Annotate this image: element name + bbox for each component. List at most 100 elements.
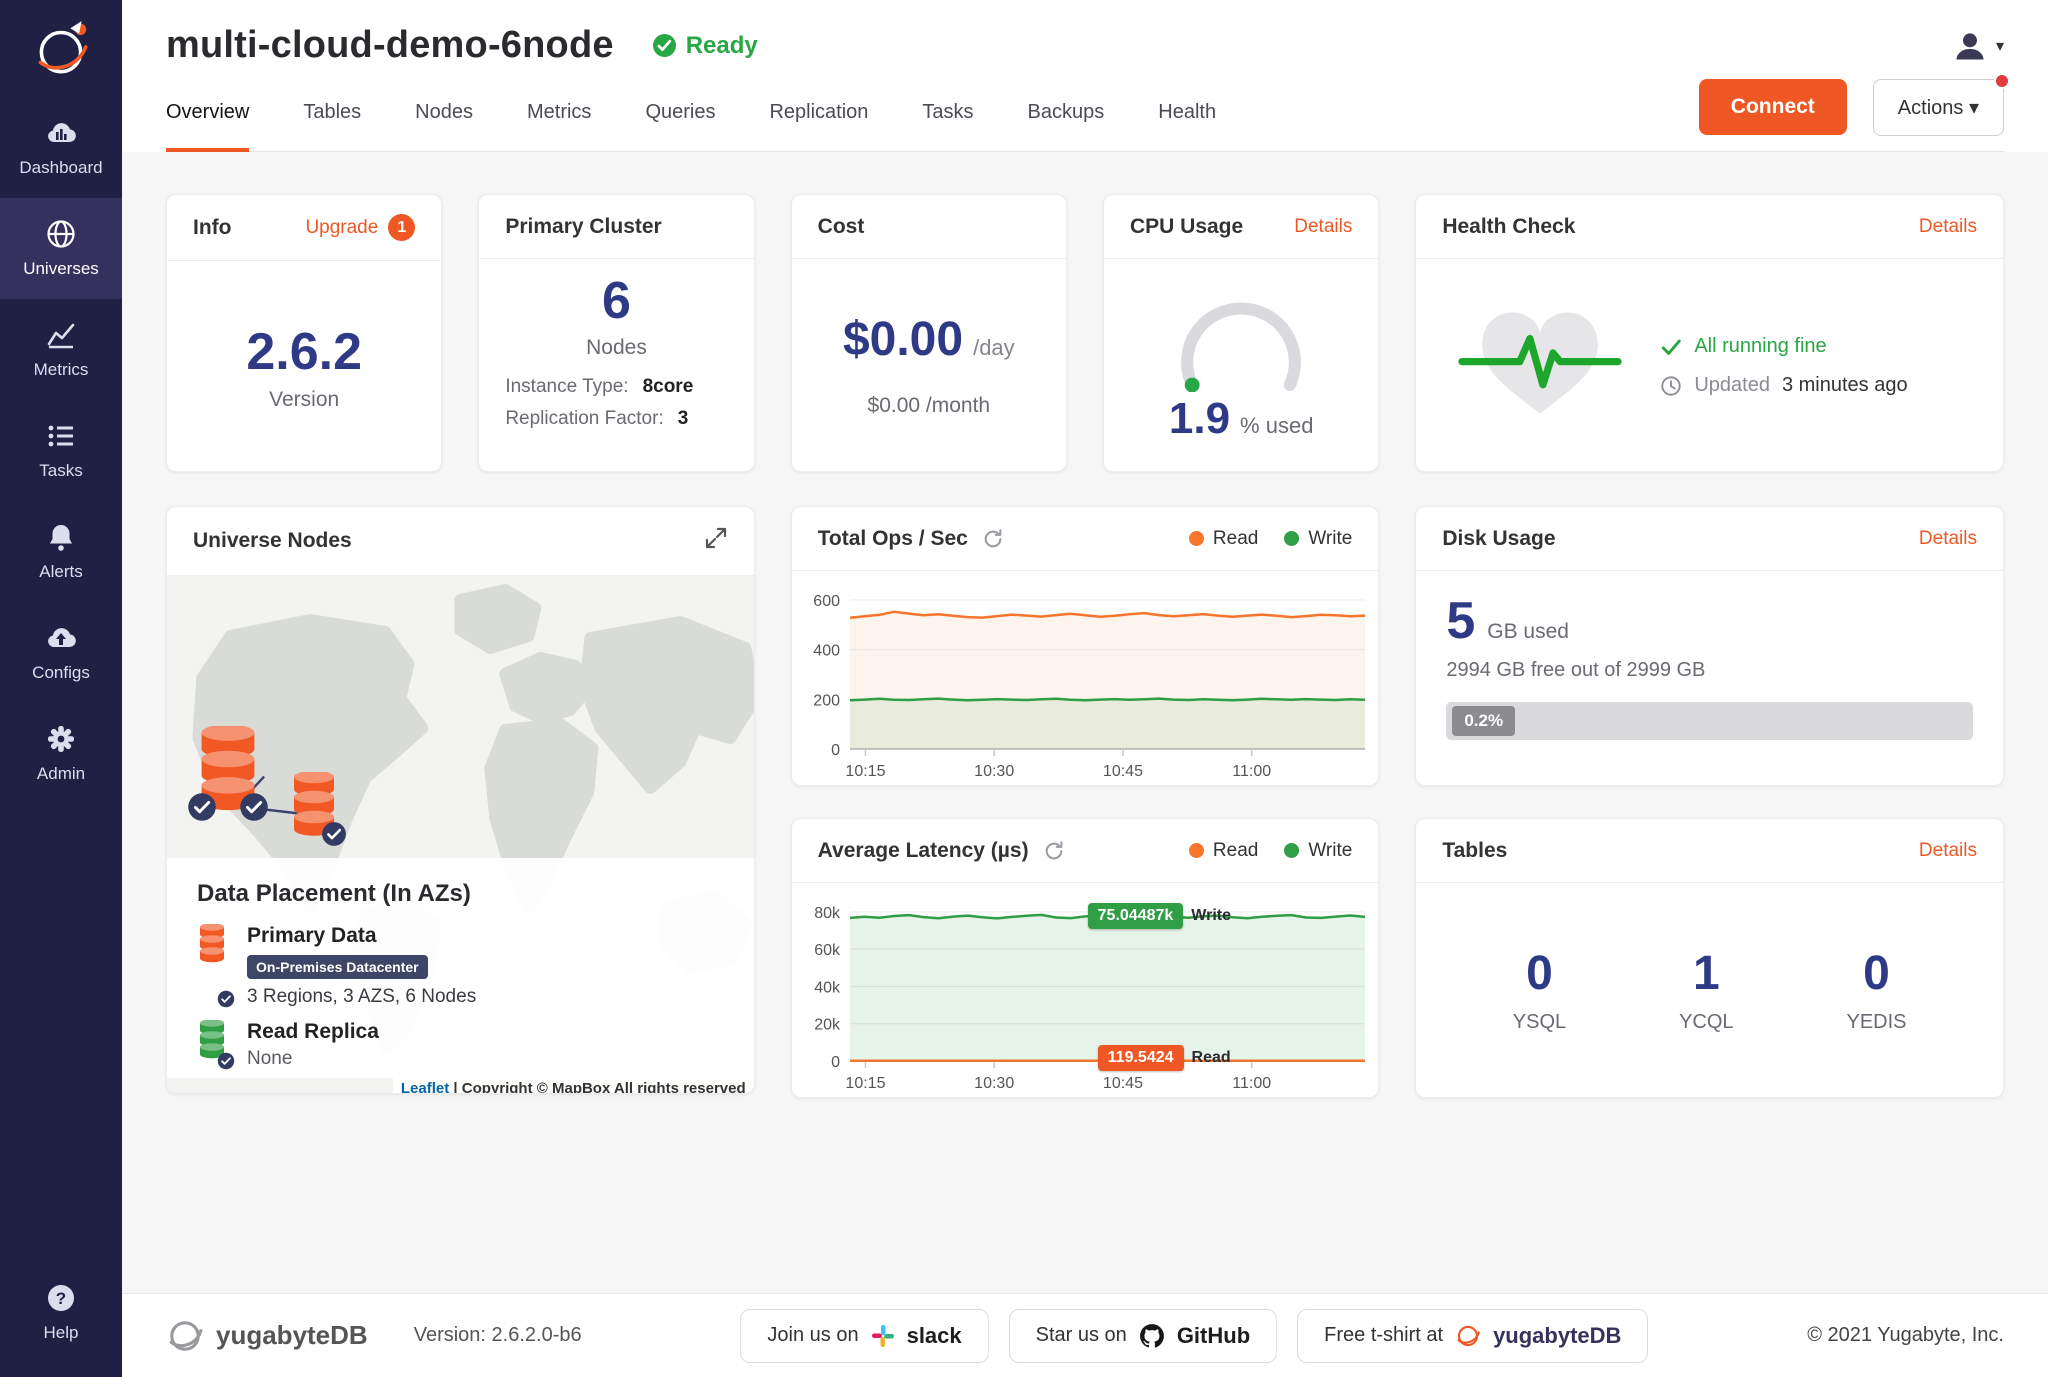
tshirt-brand: yugabyteDB: [1493, 1323, 1621, 1349]
node-marker-primary[interactable]: [195, 726, 261, 812]
read-replica-label: Read Replica: [247, 1020, 379, 1044]
svg-text:11:00: 11:00: [1232, 763, 1271, 780]
connect-button[interactable]: Connect: [1699, 79, 1847, 135]
read-latency-value: 119.5424: [1098, 1045, 1184, 1071]
tab-tasks[interactable]: Tasks: [922, 75, 973, 152]
svg-text:600: 600: [813, 593, 840, 610]
tab-metrics[interactable]: Metrics: [527, 75, 591, 152]
health-check-title: Health Check: [1442, 215, 1575, 239]
info-card: Info Upgrade 1 2.6.2 Version: [166, 194, 442, 472]
sidebar: Dashboard Universes Metrics Tasks: [0, 0, 122, 1377]
health-details-link[interactable]: Details: [1919, 216, 1977, 238]
yugabyte-logo[interactable]: [28, 16, 94, 87]
ycql-label: YCQL: [1679, 1011, 1733, 1034]
tab-replication[interactable]: Replication: [769, 75, 868, 152]
footer-version: Version: 2.6.2.0-b6: [414, 1324, 582, 1347]
sidebar-item-dashboard[interactable]: Dashboard: [0, 97, 122, 198]
tab-backups[interactable]: Backups: [1028, 75, 1105, 152]
svg-text:200: 200: [813, 692, 840, 709]
node-marker-secondary[interactable]: [289, 772, 339, 837]
footer-brand-name: yugabyteDB: [216, 1320, 368, 1351]
tab-nodes[interactable]: Nodes: [415, 75, 473, 152]
leaflet-link[interactable]: Leaflet: [401, 1080, 449, 1094]
sidebar-label-tasks: Tasks: [39, 461, 82, 481]
write-latency-tag: Write: [1191, 907, 1231, 925]
cpu-details-link[interactable]: Details: [1294, 216, 1352, 238]
github-prefix: Star us on: [1036, 1324, 1127, 1347]
svg-text:10:30: 10:30: [974, 763, 1014, 780]
legend-write-dot: [1284, 843, 1299, 858]
tshirt-button[interactable]: Free t-shirt at yugabyteDB: [1297, 1309, 1648, 1363]
refresh-icon[interactable]: [1043, 840, 1065, 862]
map-canvas[interactable]: Data Placement (In AZs) Primary Data On-…: [167, 576, 754, 1094]
sidebar-label-admin: Admin: [37, 764, 85, 784]
github-icon: [1139, 1323, 1165, 1349]
github-label: GitHub: [1177, 1323, 1250, 1349]
svg-text:0: 0: [831, 742, 840, 759]
clock-icon: [1660, 375, 1682, 397]
admin-gear-icon: [45, 723, 77, 755]
tab-overview[interactable]: Overview: [166, 75, 249, 152]
legend-read-label: Read: [1213, 528, 1258, 550]
github-button[interactable]: Star us on GitHub: [1009, 1309, 1278, 1363]
avg-latency-chart: 80k60k40k20k010:1510:3010:4511:00 75.044…: [792, 883, 1379, 1097]
read-replica-value: None: [247, 1048, 379, 1070]
status-badge: Ready: [652, 32, 758, 60]
cost-per-day-value: $0.00: [843, 314, 963, 367]
map-expand-button[interactable]: [704, 526, 728, 556]
dashboard-icon: [45, 117, 77, 149]
cpu-gauge: [1156, 288, 1326, 392]
ysql-label: YSQL: [1513, 1011, 1566, 1034]
yedis-count-cell: 0 YEDIS: [1847, 946, 1907, 1034]
sidebar-item-help[interactable]: ? Help: [0, 1262, 122, 1363]
tab-queries[interactable]: Queries: [645, 75, 715, 152]
replication-factor-value: 3: [678, 408, 689, 430]
sidebar-item-configs[interactable]: Configs: [0, 602, 122, 703]
alerts-bell-icon: [45, 521, 77, 553]
upgrade-count-badge: 1: [388, 214, 415, 241]
actions-notification-dot: [1994, 73, 2010, 89]
disk-details-link[interactable]: Details: [1919, 528, 1977, 550]
sidebar-item-universes[interactable]: Universes: [0, 198, 122, 299]
ycql-count-cell: 1 YCQL: [1679, 946, 1733, 1034]
sidebar-item-tasks[interactable]: Tasks: [0, 400, 122, 501]
primary-data-description: 3 Regions, 3 AZS, 6 Nodes: [247, 986, 476, 1008]
slack-icon: [871, 1324, 895, 1348]
svg-text:0: 0: [831, 1054, 840, 1071]
tasks-list-icon: [45, 420, 77, 452]
legend-write-dot: [1284, 531, 1299, 546]
node-check-icon: [187, 792, 217, 822]
tab-tables[interactable]: Tables: [303, 75, 361, 152]
node-check-icon: [321, 821, 347, 847]
ready-check-icon: [652, 33, 677, 58]
cost-per-month: $0.00 /month: [868, 394, 991, 418]
health-updated-value: 3 minutes ago: [1782, 374, 1908, 397]
sidebar-item-alerts[interactable]: Alerts: [0, 501, 122, 602]
tables-details-link[interactable]: Details: [1919, 840, 1977, 862]
sidebar-label-alerts: Alerts: [39, 562, 82, 582]
sidebar-item-metrics[interactable]: Metrics: [0, 299, 122, 400]
disk-usage-card: Disk Usage Details 5 GB used 2994 GB fre…: [1415, 506, 2004, 786]
sidebar-item-admin[interactable]: Admin: [0, 703, 122, 804]
tshirt-prefix: Free t-shirt at: [1324, 1324, 1443, 1347]
svg-text:10:30: 10:30: [974, 1075, 1014, 1092]
slack-button[interactable]: Join us on slack: [740, 1309, 988, 1363]
refresh-icon[interactable]: [982, 528, 1004, 550]
cost-card: Cost $0.00 /day $0.00 /month: [791, 194, 1067, 472]
yedis-label: YEDIS: [1847, 1011, 1907, 1034]
chevron-down-icon: ▾: [1996, 36, 2004, 56]
node-check-icon: [239, 792, 269, 822]
upgrade-link[interactable]: Upgrade 1: [305, 214, 415, 241]
actions-button[interactable]: Actions ▾: [1873, 79, 2004, 136]
tab-health[interactable]: Health: [1158, 75, 1216, 152]
header: multi-cloud-demo-6node Ready ▾: [122, 0, 2048, 152]
ops-legend: Read Write: [1189, 528, 1352, 550]
legend-read-label: Read: [1213, 840, 1258, 862]
ycql-count: 1: [1679, 946, 1733, 1001]
legend-read-dot: [1189, 843, 1204, 858]
user-menu[interactable]: ▾: [1952, 28, 2004, 64]
replication-factor-label: Replication Factor:: [505, 408, 663, 430]
legend-read-dot: [1189, 531, 1204, 546]
slack-prefix: Join us on: [767, 1324, 858, 1347]
primary-db-icon: [197, 924, 227, 963]
